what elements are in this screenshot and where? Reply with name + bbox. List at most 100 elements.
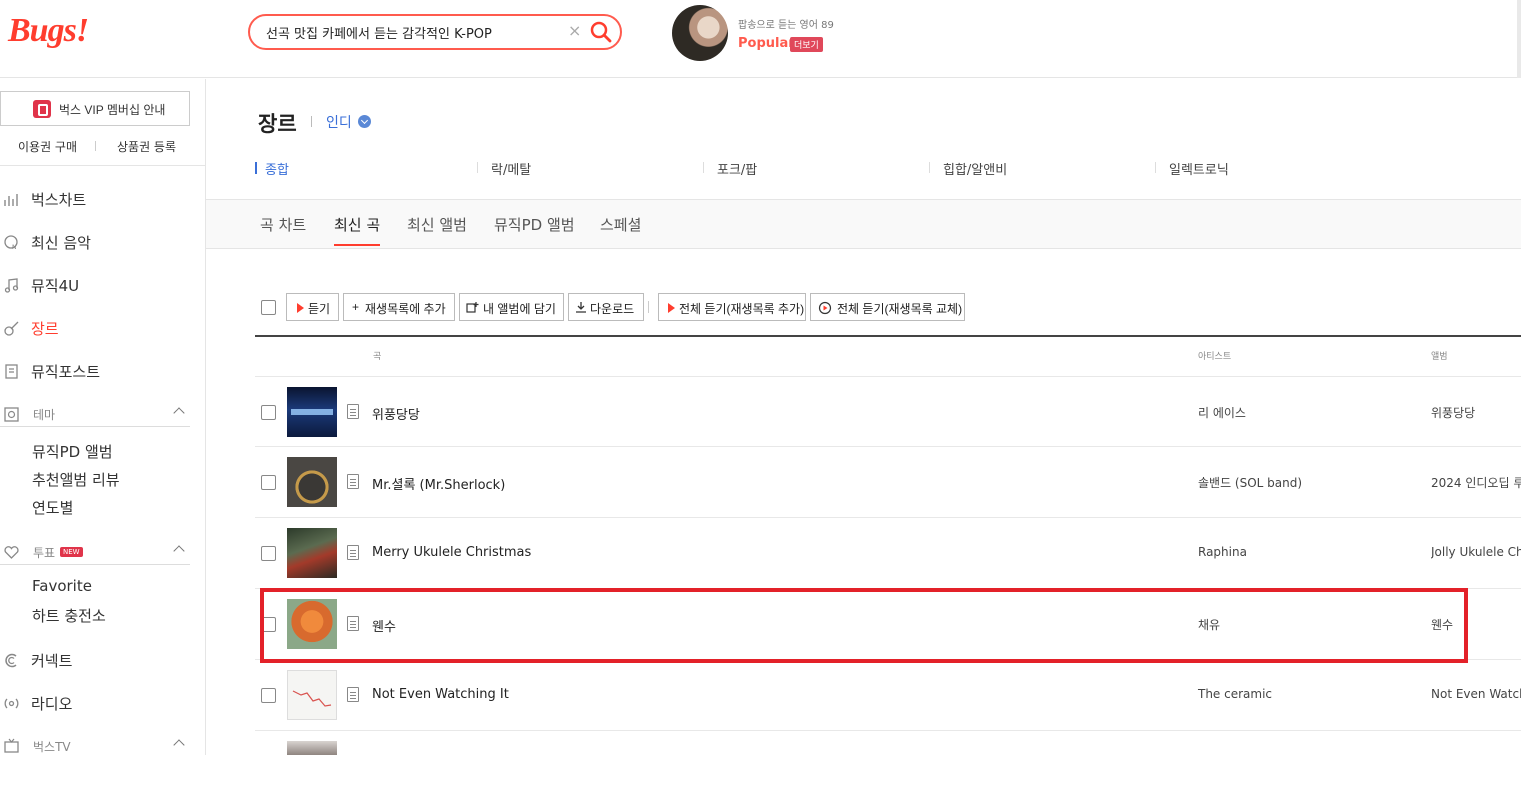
subgenre-hiphop-rnb[interactable]: 힙합/알앤비 <box>929 159 1007 178</box>
row-checkbox[interactable] <box>261 405 276 420</box>
column-header-album: 앨범 <box>1431 352 1448 362</box>
table-row[interactable]: 위풍당당 리 에이스 위풍당당 <box>255 376 1521 447</box>
tab-special[interactable]: 스페셜 <box>600 214 641 235</box>
album-cover[interactable] <box>287 599 337 649</box>
artist-name[interactable]: 솔밴드 (SOL band) <box>1198 474 1302 491</box>
table-row[interactable] <box>255 731 1521 802</box>
sidebar-item-music-post[interactable]: 뮤직포스트 <box>0 358 200 384</box>
album-name[interactable]: 웬수 <box>1431 616 1521 633</box>
lyrics-icon[interactable] <box>347 474 359 489</box>
promo-more-button[interactable]: 더보기 <box>790 37 823 52</box>
sidebar-item-bugs-chart[interactable]: 벅스차트 <box>0 186 200 212</box>
vip-label: 벅스 VIP 멤버십 안내 <box>59 103 166 117</box>
artist-name[interactable]: 채유 <box>1198 616 1220 633</box>
search-box: × <box>248 14 622 50</box>
bugs-tv-section-header[interactable]: 벅스TV <box>0 733 190 759</box>
vip-icon <box>33 100 51 118</box>
search-input[interactable] <box>266 22 566 42</box>
album-cover[interactable] <box>287 457 337 507</box>
lyrics-icon[interactable] <box>347 545 359 560</box>
album-name[interactable]: 2024 인디오딥 루키 <box>1431 474 1521 491</box>
album-name[interactable]: 위풍당당 <box>1431 404 1521 421</box>
add-to-playlist-button[interactable]: + 재생목록에 추가 <box>343 293 455 321</box>
divider <box>311 116 312 127</box>
table-row[interactable]: Merry Ukulele Christmas Raphina Jolly Uk… <box>255 518 1521 589</box>
album-cover[interactable] <box>287 528 337 578</box>
sidebar-item-label: 벅스차트 <box>31 191 87 209</box>
sidebar-item-favorite[interactable]: Favorite <box>32 577 92 595</box>
scrollbar[interactable] <box>1517 0 1521 78</box>
promo-thumbnail[interactable] <box>672 5 728 61</box>
row-checkbox[interactable] <box>261 688 276 703</box>
lyrics-icon[interactable] <box>347 616 359 631</box>
subgenre-overall[interactable]: 종합 <box>255 159 289 178</box>
listen-button[interactable]: 듣기 <box>286 293 339 321</box>
new-music-icon: N <box>4 235 18 251</box>
chart-icon <box>4 194 18 206</box>
song-title[interactable]: 위풍당당 <box>372 404 420 423</box>
vip-membership-button[interactable]: 벅스 VIP 멤버십 안내 <box>0 91 190 126</box>
song-title[interactable]: Merry Ukulele Christmas <box>372 545 531 560</box>
chart-graphic <box>292 690 332 707</box>
sidebar-item-label: 뮤직포스트 <box>31 363 101 381</box>
tab-musicpd-albums[interactable]: 뮤직PD 앨범 <box>494 214 575 235</box>
album-cover[interactable] <box>287 670 337 720</box>
song-title[interactable]: Not Even Watching It <box>372 687 509 702</box>
promo-title[interactable]: Popular <box>738 36 795 51</box>
tab-latest-albums[interactable]: 최신 앨범 <box>407 214 467 235</box>
vote-section-header[interactable]: 투표 NEW <box>0 539 190 565</box>
subgenre-label: 종합 <box>265 163 289 178</box>
page-title: 장르 <box>258 112 297 136</box>
download-button[interactable]: 다운로드 <box>568 293 644 321</box>
listen-all-replace-button[interactable]: 전체 듣기(재생목록 교체) <box>810 293 965 321</box>
row-checkbox[interactable] <box>261 546 276 561</box>
artist-name[interactable]: 리 에이스 <box>1198 404 1246 421</box>
sidebar-item-genre[interactable]: 장르 <box>0 315 200 341</box>
chevron-up-icon[interactable] <box>173 739 185 751</box>
clear-icon[interactable]: × <box>568 21 581 40</box>
chevron-up-icon[interactable] <box>173 407 185 419</box>
listen-all-add-button[interactable]: 전체 듣기(재생목록 추가) <box>658 293 806 321</box>
sidebar-item-radio[interactable]: 라디오 <box>0 690 200 716</box>
subgenre-folk-pop[interactable]: 포크/팝 <box>703 159 757 178</box>
chevron-down-icon[interactable] <box>358 115 371 128</box>
tab-song-chart[interactable]: 곡 차트 <box>260 214 306 235</box>
sidebar-item-album-review[interactable]: 추천앨범 리뷰 <box>32 469 120 490</box>
sidebar-item-musicpd-album[interactable]: 뮤직PD 앨범 <box>32 441 113 462</box>
row-checkbox[interactable] <box>261 475 276 490</box>
theme-section-header[interactable]: 테마 <box>0 401 190 427</box>
sidebar-item-by-year[interactable]: 연도별 <box>32 497 73 518</box>
sidebar-item-connect[interactable]: 커넥트 <box>0 647 200 673</box>
album-name[interactable]: Jolly Ukulele Christmas <box>1431 545 1521 559</box>
album-name[interactable]: Not Even Watching It <box>1431 687 1521 701</box>
add-to-my-album-button[interactable]: 내 앨범에 담기 <box>459 293 564 321</box>
sidebar-item-new-music[interactable]: N 최신 음악 <box>0 229 200 255</box>
subgenre-electronic[interactable]: 일렉트로닉 <box>1155 159 1229 178</box>
search-icon[interactable] <box>588 19 614 45</box>
select-all-checkbox[interactable] <box>261 300 276 315</box>
album-cover[interactable] <box>287 741 337 755</box>
tab-latest-songs[interactable]: 최신 곡 <box>334 214 381 246</box>
buy-ticket-link[interactable]: 이용권 구매 <box>18 138 77 155</box>
register-coupon-link[interactable]: 상품권 등록 <box>117 138 176 155</box>
song-title[interactable]: Mr.셜록 (Mr.Sherlock) <box>372 474 505 493</box>
theme-icon <box>4 407 19 422</box>
row-checkbox[interactable] <box>261 617 276 632</box>
table-row[interactable]: Not Even Watching It The ceramic Not Eve… <box>255 660 1521 731</box>
sidebar-item-heart-charge[interactable]: 하트 충전소 <box>32 605 106 626</box>
subgenre-rock-metal[interactable]: 락/메탈 <box>477 159 531 178</box>
genre-selector[interactable]: 인디 <box>326 112 352 132</box>
table-row[interactable]: Mr.셜록 (Mr.Sherlock) 솔밴드 (SOL band) 2024 … <box>255 447 1521 518</box>
artist-name[interactable]: Raphina <box>1198 545 1247 559</box>
lyrics-icon[interactable] <box>347 687 359 702</box>
album-cover[interactable] <box>287 387 337 437</box>
chevron-up-icon[interactable] <box>173 545 185 557</box>
bugs-logo[interactable]: Bugs! <box>8 12 89 50</box>
artist-name[interactable]: The ceramic <box>1198 687 1272 701</box>
table-top-border <box>255 335 1521 337</box>
table-row[interactable]: 웬수 채유 웬수 <box>255 589 1521 660</box>
download-icon <box>576 302 586 313</box>
sidebar-item-music4u[interactable]: 뮤직4U <box>0 272 200 298</box>
lyrics-icon[interactable] <box>347 404 359 419</box>
song-title[interactable]: 웬수 <box>372 616 396 635</box>
